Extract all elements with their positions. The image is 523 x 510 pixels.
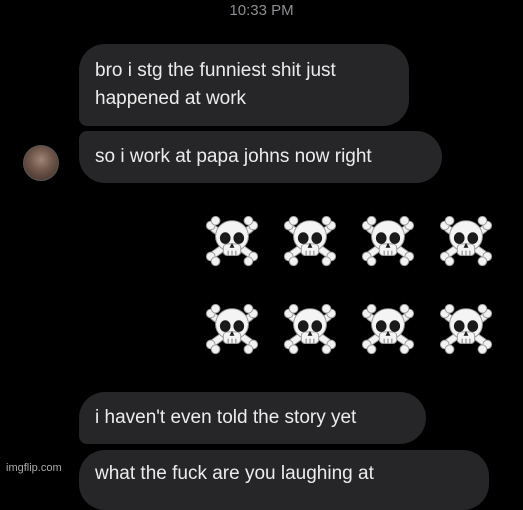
message-bubble-2[interactable]: so i work at papa johns now right <box>79 131 442 183</box>
skull-and-crossbones-icon <box>205 303 259 355</box>
skull-and-crossbones-icon <box>439 303 493 355</box>
skull-and-crossbones-icon <box>283 303 337 355</box>
sender-avatar[interactable] <box>23 145 59 181</box>
skull-and-crossbones-icon <box>205 215 259 267</box>
message-bubble-3[interactable]: i haven't even told the story yet <box>79 392 426 444</box>
skull-and-crossbones-icon <box>439 215 493 267</box>
imgflip-watermark: imgflip.com <box>6 462 62 474</box>
message-bubble-1[interactable]: bro i stg the funniest shit just happene… <box>79 44 409 126</box>
message-timestamp: 10:33 PM <box>229 2 294 19</box>
skull-and-crossbones-icon <box>361 215 415 267</box>
message-bubble-4[interactable]: what the fuck are you laughing at <box>79 450 489 510</box>
skull-and-crossbones-icon <box>283 215 337 267</box>
skull-and-crossbones-icon <box>361 303 415 355</box>
